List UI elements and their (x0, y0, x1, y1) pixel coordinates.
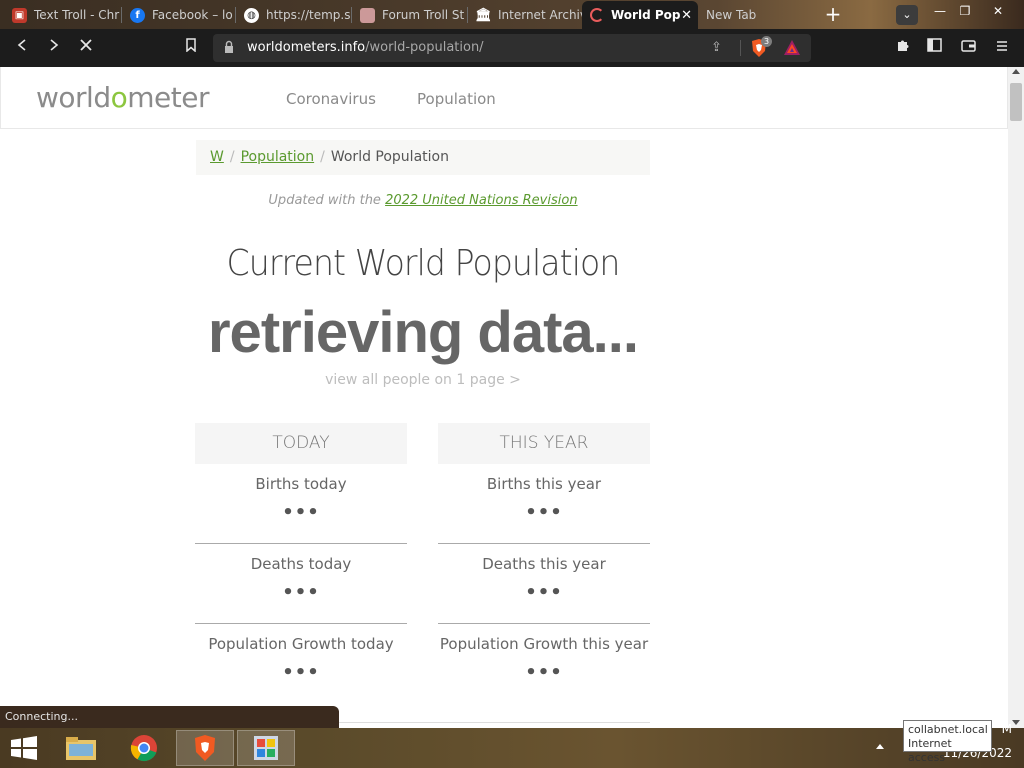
view-all-link[interactable]: view all people on 1 page > (196, 372, 650, 388)
loading-icon (590, 8, 604, 22)
stat-growth-year: Population Growth this year ••• (439, 635, 649, 683)
minimize-button[interactable]: — (928, 2, 952, 20)
file-explorer-icon[interactable] (52, 730, 110, 766)
restore-button[interactable]: ❐ (953, 2, 977, 20)
tab-facebook[interactable]: f Facebook – lo (122, 3, 236, 27)
new-tab-button[interactable]: + (823, 4, 843, 24)
taskbar (0, 728, 1024, 768)
control-panel-icon[interactable] (237, 730, 295, 766)
tab-internet-archive[interactable]: 🏛 Internet Archiv (468, 3, 582, 27)
tab-strip: ▣ Text Troll - Chr f Facebook – lo ◍ htt… (0, 0, 1024, 29)
scroll-up-icon[interactable] (1012, 69, 1020, 74)
update-note: Updated with the 2022 United Nations Rev… (268, 193, 578, 208)
chrome-icon[interactable] (115, 730, 173, 766)
stat-births-year: Births this year ••• (438, 464, 650, 544)
browser-toolbar: worldometers.info/world-population/ ⇪ 3 (0, 29, 1024, 67)
image-icon (360, 7, 375, 23)
stat-deaths-year: Deaths this year ••• (438, 544, 650, 624)
forward-icon[interactable] (44, 38, 64, 58)
status-bubble: Connecting... (0, 706, 339, 728)
bookmark-icon[interactable] (181, 38, 201, 58)
network-tooltip: collabnet.local Internet access (903, 720, 992, 764)
this-year-column: THIS YEAR Births this year ••• Deaths th… (438, 423, 650, 704)
url-text: worldometers.info/world-population/ (247, 40, 484, 55)
stop-loading-icon[interactable] (76, 38, 96, 58)
tab-text-troll[interactable]: ▣ Text Troll - Chr (4, 3, 122, 27)
nav-population[interactable]: Population (417, 90, 496, 108)
breadcrumb: W / Population / World Population (196, 140, 650, 175)
breadcrumb-population[interactable]: Population (241, 149, 315, 165)
facebook-icon: f (130, 7, 145, 23)
close-window-button[interactable]: ✕ (986, 2, 1010, 20)
breadcrumb-home[interactable]: W (210, 149, 224, 165)
today-column: TODAY Births today ••• Deaths today ••• … (195, 423, 407, 704)
scroll-down-icon[interactable] (1012, 720, 1020, 725)
menu-icon[interactable] (992, 38, 1012, 58)
today-header: TODAY (195, 423, 407, 464)
share-icon[interactable]: ⇪ (711, 40, 727, 56)
site-header: worldometer Coronavirus Population (0, 67, 1008, 129)
web-page: worldometer Coronavirus Population W / Pop… (0, 67, 1008, 728)
lock-icon (225, 40, 233, 53)
wallet-icon[interactable] (958, 38, 978, 58)
stat-births-today: Births today ••• (195, 464, 407, 544)
this-year-header: THIS YEAR (438, 423, 650, 464)
brave-rewards-icon[interactable] (783, 39, 801, 57)
worldometer-logo[interactable]: worldometer (36, 81, 209, 114)
tab-world-population[interactable]: World Pop ✕ (582, 1, 698, 29)
tray-overflow-icon[interactable] (876, 744, 884, 749)
address-bar[interactable]: worldometers.info/world-population/ ⇪ 3 (213, 34, 811, 62)
population-counter: retrieving data... (207, 300, 639, 365)
sidebar-icon[interactable] (924, 38, 944, 58)
page-title: Current World Population (226, 243, 621, 284)
tab-forum-troll[interactable]: Forum Troll St (352, 3, 468, 27)
page-scrollbar[interactable] (1008, 67, 1024, 728)
brave-taskbar-icon[interactable] (176, 730, 234, 766)
app-icon: ▣ (12, 7, 27, 23)
scroll-thumb[interactable] (1010, 83, 1022, 121)
globe-icon: ◍ (244, 7, 259, 23)
stat-deaths-today: Deaths today ••• (195, 544, 407, 624)
tab-temp[interactable]: ◍ https://temp.sl (236, 3, 352, 27)
back-icon[interactable] (12, 38, 32, 58)
breadcrumb-current: World Population (330, 149, 449, 165)
tab-new-tab[interactable]: New Tab (698, 3, 808, 27)
tab-search-button[interactable]: ⌄ (896, 5, 918, 25)
windows-start-icon[interactable] (10, 736, 38, 760)
nav-coronavirus[interactable]: Coronavirus (286, 90, 376, 108)
extensions-icon[interactable] (892, 38, 912, 58)
stat-growth-today: Population Growth today ••• (208, 635, 394, 683)
close-tab-icon[interactable]: ✕ (681, 8, 692, 23)
archive-icon: 🏛 (475, 7, 492, 23)
shield-count-badge: 3 (761, 36, 772, 47)
un-revision-link[interactable]: 2022 United Nations Revision (385, 193, 577, 208)
